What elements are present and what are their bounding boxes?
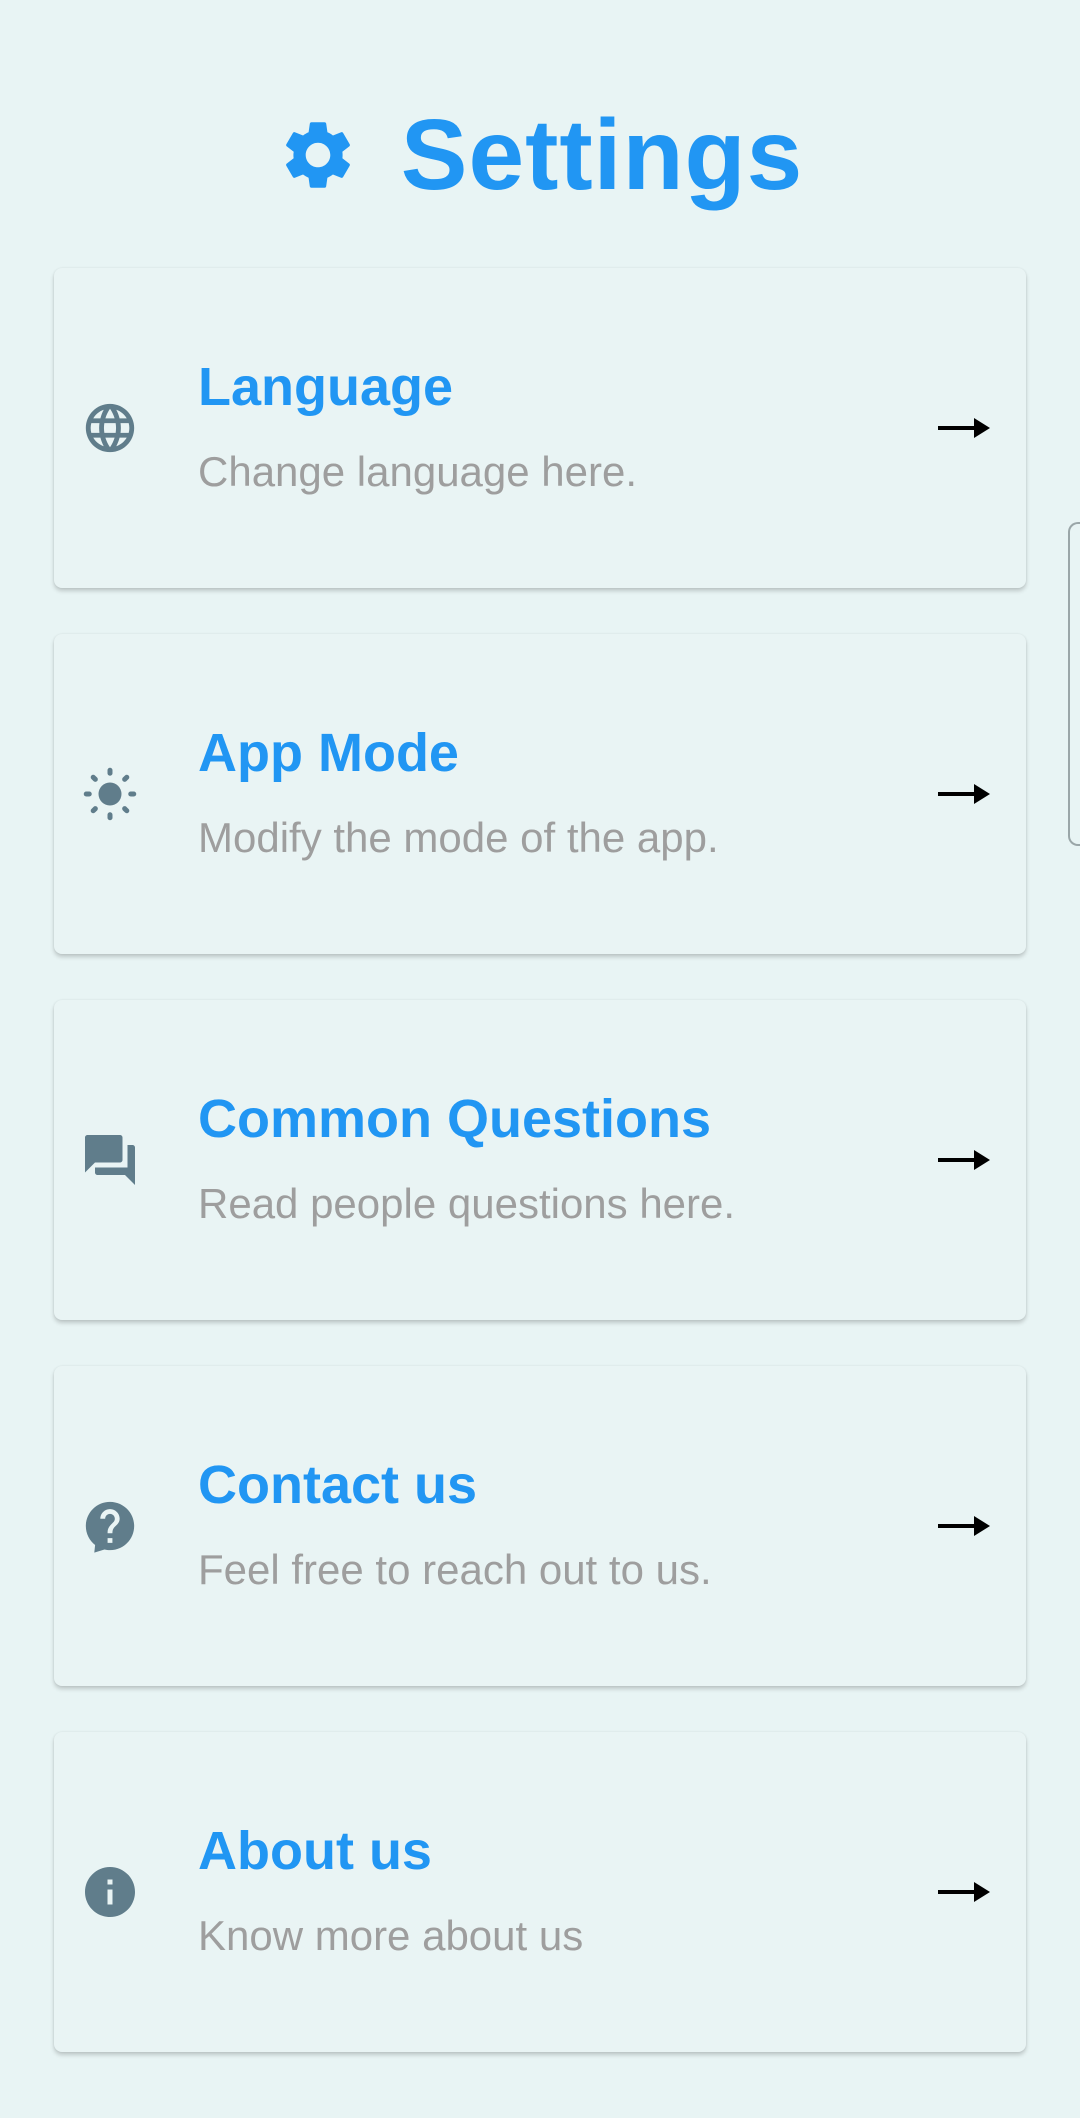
settings-item-subtitle: Modify the mode of the app. [198, 814, 719, 861]
gear-icon [277, 114, 359, 196]
settings-item-title: Language [198, 357, 454, 417]
settings-item-subtitle: Know more about us [198, 1912, 584, 1959]
settings-item-title: About us [198, 1821, 432, 1881]
settings-item-title: Common Questions [198, 1089, 712, 1149]
settings-item-contact-us[interactable]: Contact us Feel free to reach out to us. [54, 1366, 1026, 1686]
arrow-right-icon[interactable] [936, 774, 992, 814]
globe-icon [80, 398, 140, 458]
settings-item-subtitle: Change language here. [198, 448, 638, 495]
info-icon [80, 1862, 140, 1922]
settings-item-subtitle: Read people questions here. [198, 1180, 736, 1227]
settings-item-title: Contact us [198, 1455, 478, 1515]
settings-item-title: App Mode [198, 723, 459, 783]
brightness-icon [80, 764, 140, 824]
help-icon [80, 1496, 140, 1556]
forum-icon [80, 1130, 140, 1190]
arrow-right-icon[interactable] [936, 1140, 992, 1180]
edge-panel-handle[interactable] [1068, 522, 1080, 846]
page-title: Settings [400, 98, 804, 211]
settings-item-about-us[interactable]: About us Know more about us [54, 1732, 1026, 2052]
arrow-right-icon[interactable] [936, 1872, 992, 1912]
page-header: Settings [0, 95, 1080, 215]
arrow-right-icon[interactable] [936, 1506, 992, 1546]
settings-item-common-questions[interactable]: Common Questions Read people questions h… [54, 1000, 1026, 1320]
settings-item-subtitle: Feel free to reach out to us. [198, 1546, 712, 1593]
settings-item-app-mode[interactable]: App Mode Modify the mode of the app. [54, 634, 1026, 954]
settings-item-language[interactable]: Language Change language here. [54, 268, 1026, 588]
arrow-right-icon[interactable] [936, 408, 992, 448]
